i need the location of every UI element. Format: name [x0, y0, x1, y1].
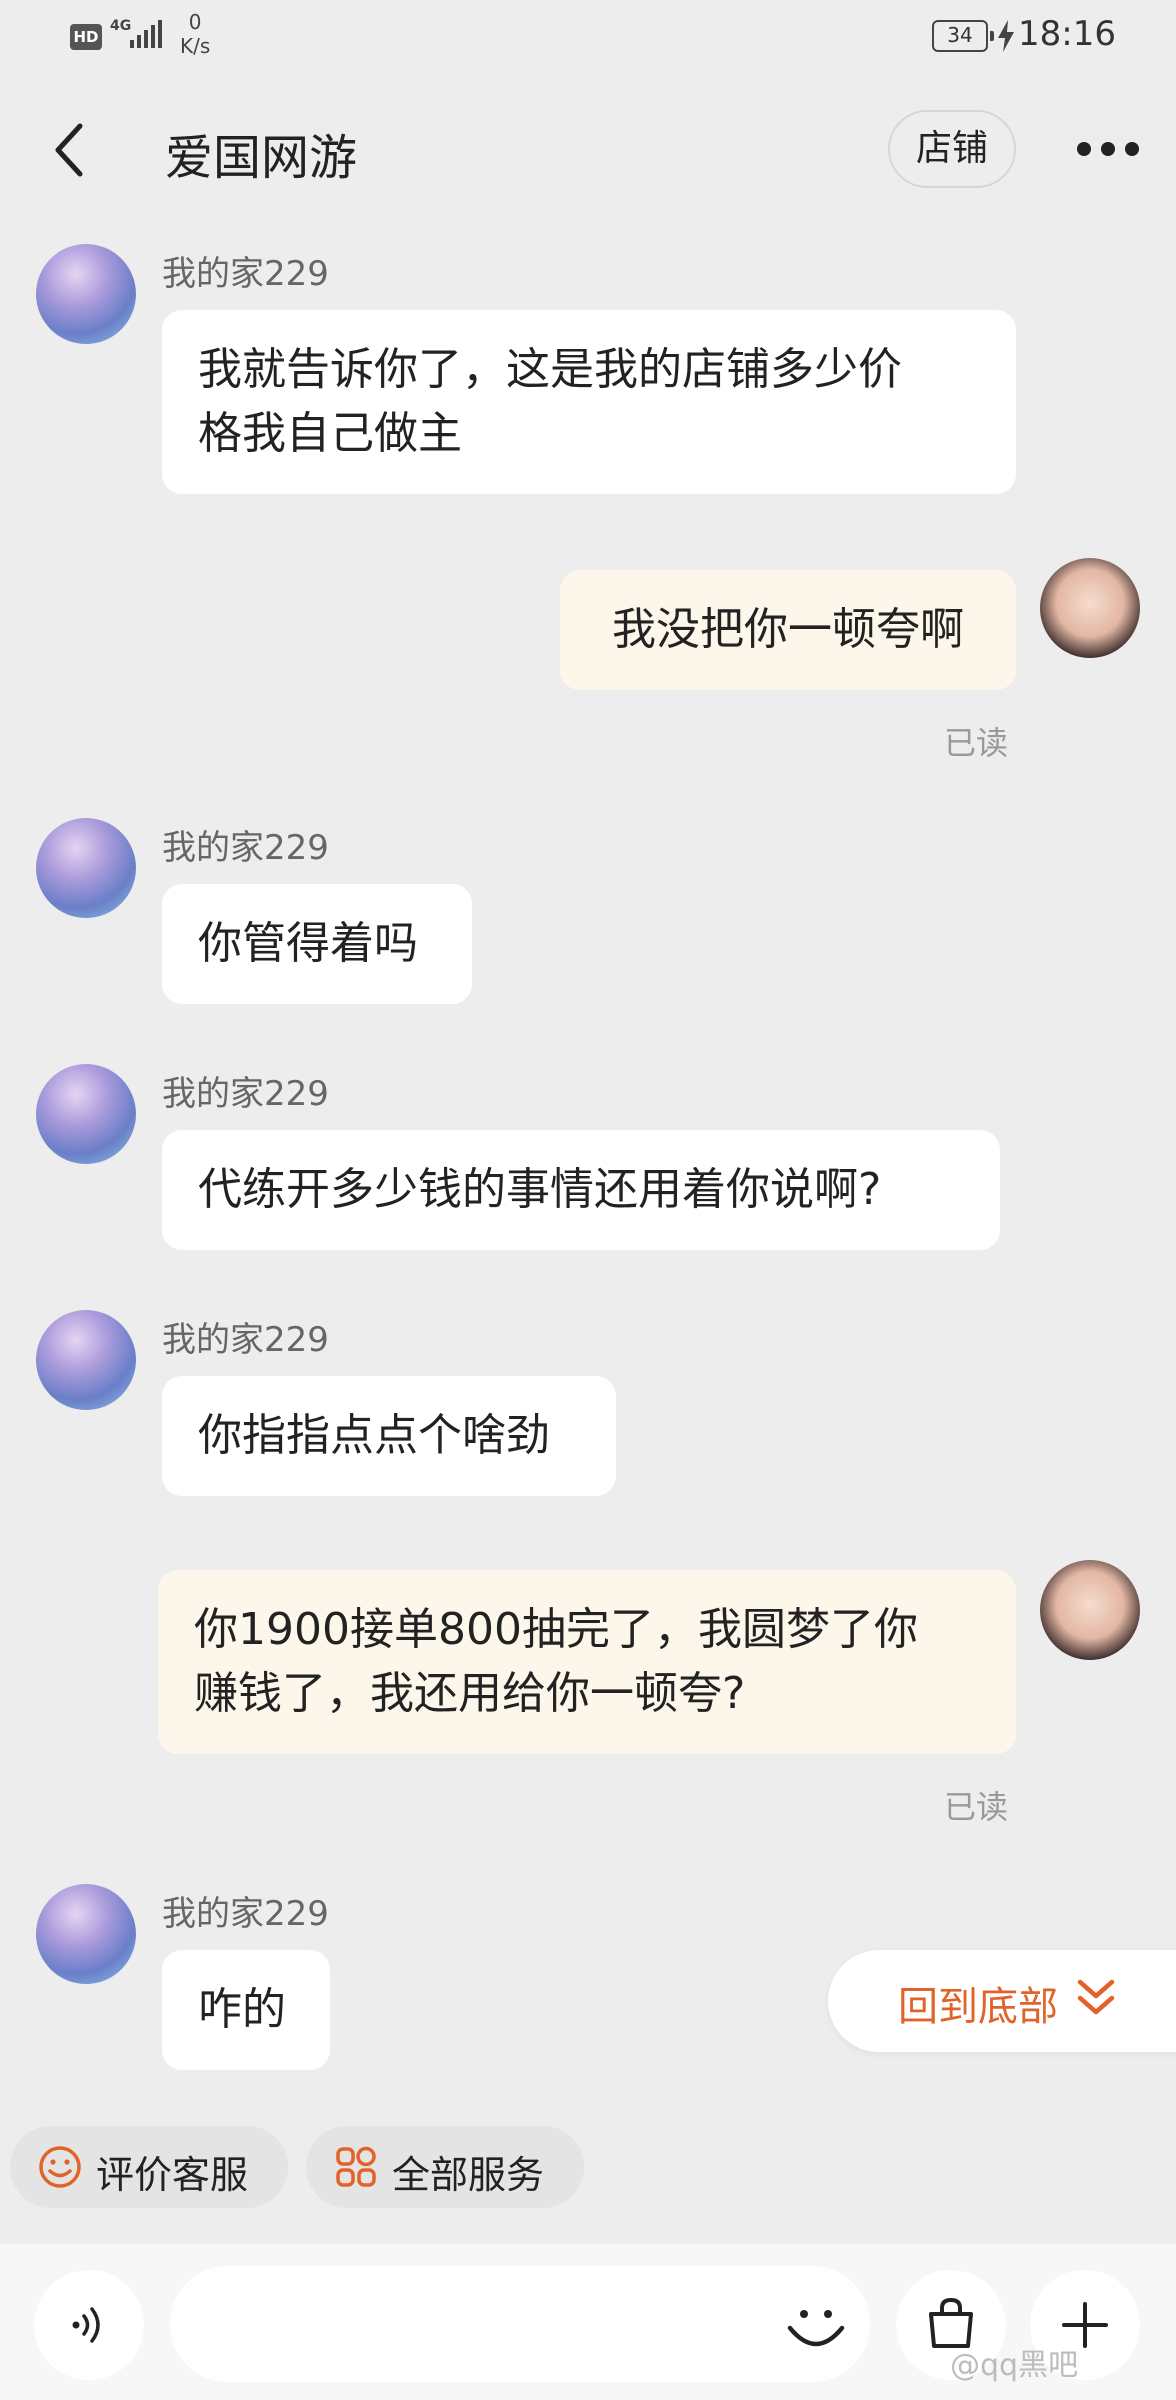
message-bubble[interactable]: 代练开多少钱的事情还用着你说啊? — [162, 1130, 1000, 1250]
sender-name: 我的家229 — [162, 1894, 329, 1934]
network-speed: 0 K/s — [180, 10, 210, 58]
double-chevron-down-icon — [1077, 1979, 1115, 2015]
sender-name: 我的家229 — [162, 1074, 329, 1114]
message-bubble[interactable]: 我就告诉你了，这是我的店铺多少价 格我自己做主 — [162, 310, 1016, 494]
all-services-chip[interactable]: 全部服务 — [306, 2126, 584, 2208]
message-line: 你指指点点个啥劲 — [198, 1410, 550, 1461]
message-bubble[interactable]: 你管得着吗 — [162, 884, 472, 1004]
network-speed-value: 0 — [188, 10, 202, 34]
voice-icon — [72, 2307, 100, 2343]
message-bubble[interactable]: 你指指点点个啥劲 — [162, 1376, 616, 1496]
hd-icon: HD — [70, 24, 102, 50]
sender-name: 我的家229 — [162, 254, 329, 294]
shop-button[interactable]: 店铺 — [888, 110, 1016, 188]
more-icon[interactable] — [1074, 138, 1142, 160]
back-arrow-icon[interactable] — [46, 120, 96, 180]
avatar[interactable] — [36, 818, 136, 918]
avatar[interactable] — [1040, 1560, 1140, 1660]
message-bubble[interactable]: 我没把你一顿夸啊 — [560, 570, 1016, 690]
message-line: 我没把你一顿夸啊 — [612, 604, 964, 655]
message-bubble[interactable]: 咋的 — [162, 1950, 330, 2070]
message-line: 你管得着吗 — [198, 918, 418, 969]
all-services-label: 全部服务 — [392, 2153, 545, 2197]
read-status: 已读 — [944, 724, 1009, 762]
message-line: 赚钱了，我还用给你一顿夸? — [194, 1668, 746, 1719]
voice-button[interactable] — [34, 2270, 144, 2380]
avatar[interactable] — [36, 1310, 136, 1410]
signal-icon — [130, 20, 162, 48]
read-status: 已读 — [944, 1788, 1009, 1826]
message-line: 咋的 — [198, 1984, 286, 2035]
avatar[interactable] — [1040, 558, 1140, 658]
clock: 18:16 — [1018, 14, 1116, 54]
message-line: 代练开多少钱的事情还用着你说啊? — [198, 1164, 882, 1215]
network-speed-unit: K/s — [180, 34, 211, 58]
message-bubble[interactable]: 你1900接单800抽完了，我圆梦了你 赚钱了，我还用给你一顿夸? — [158, 1570, 1016, 1754]
charging-icon — [998, 20, 1014, 52]
chat-title: 爱国网游 — [165, 130, 358, 186]
avatar[interactable] — [36, 1064, 136, 1164]
emoji-icon[interactable] — [780, 2290, 852, 2362]
rate-service-label: 评价客服 — [96, 2153, 249, 2197]
message-line: 我就告诉你了，这是我的店铺多少价 — [198, 344, 902, 395]
battery-icon: 34 — [932, 20, 994, 52]
scroll-to-bottom-button[interactable]: 回到底部 — [828, 1950, 1176, 2052]
message-input[interactable] — [170, 2266, 870, 2382]
grid-icon — [336, 2146, 376, 2187]
message-line: 你1900接单800抽完了，我圆梦了你 — [194, 1604, 918, 1655]
smiley-icon — [39, 2146, 81, 2188]
chat-header: 爱国网游 店铺 — [0, 90, 1176, 210]
sender-name: 我的家229 — [162, 828, 329, 868]
avatar[interactable] — [36, 1884, 136, 1984]
avatar[interactable] — [36, 244, 136, 344]
watermark: @qq黑吧 — [950, 2348, 1079, 2383]
message-line: 格我自己做主 — [198, 408, 462, 459]
scroll-to-bottom-label: 回到底部 — [898, 1984, 1058, 2030]
sender-name: 我的家229 — [162, 1320, 329, 1360]
rate-service-chip[interactable]: 评价客服 — [10, 2126, 288, 2208]
status-bar: HD 4G 0 K/s 34 18:16 — [0, 0, 1176, 80]
